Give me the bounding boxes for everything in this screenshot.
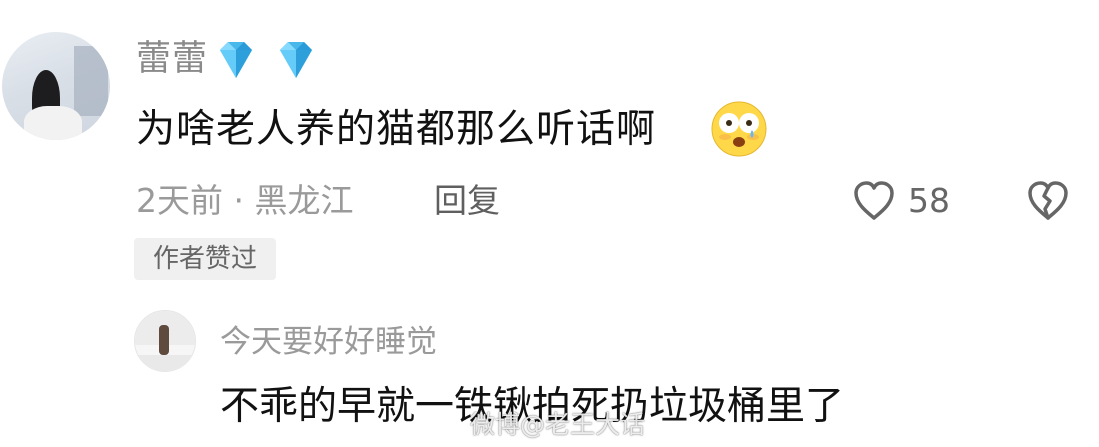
avatar-background-shape [74, 46, 108, 116]
author-liked-badge: 作者赞过 [134, 238, 276, 280]
avatar-person [159, 325, 169, 355]
heart-outline-icon[interactable] [850, 178, 898, 224]
broken-heart-icon[interactable] [1024, 178, 1072, 224]
comment-username[interactable]: 蕾蕾 [136, 38, 208, 80]
comment-meta: 2天前 · 黑龙江 [136, 181, 354, 220]
avatar[interactable] [134, 310, 196, 372]
diamond-icon [220, 42, 252, 78]
comment-screen: 蕾蕾 为啥老人养的猫都那么听话啊 2天前 · 黑龙江 回复 58 作者赞过 今天… [0, 0, 1099, 447]
watermark: 微博@老王大话 [470, 410, 646, 439]
reply-button[interactable]: 回复 [434, 180, 500, 222]
diamond-icon [280, 42, 312, 78]
avatar-shirt-shape [24, 106, 82, 140]
comment-text: 为啥老人养的猫都那么听话啊 [136, 107, 657, 152]
avatar-water [135, 355, 195, 371]
like-count: 58 [908, 181, 950, 220]
avatar[interactable] [2, 32, 110, 140]
reply-username[interactable]: 今天要好好睡觉 [220, 322, 437, 362]
flushed-face-emoji [711, 101, 767, 157]
